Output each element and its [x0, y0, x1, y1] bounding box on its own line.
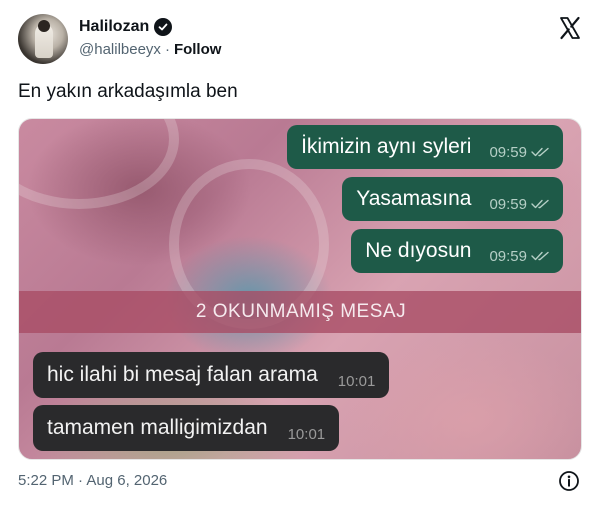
message-time: 09:59 [489, 195, 527, 213]
author-handle[interactable]: @halilbeeyx [79, 41, 161, 58]
message-text: Yasamasına [356, 187, 472, 210]
double-check-icon [531, 244, 551, 268]
tweet-header: Halilozan @halilbeeyx · Follow [18, 14, 582, 66]
message-text: Ne dıyosun [365, 239, 472, 262]
message-time: 09:59 [489, 143, 527, 161]
incoming-message: tamamen malligimizdan 10:01 [33, 405, 340, 451]
double-check-icon [531, 192, 551, 216]
outgoing-message: İkimizin aynı syleri 09:59 [287, 125, 563, 169]
handle-separator: · [164, 41, 170, 58]
background-swirl [19, 119, 179, 209]
double-check-icon [531, 140, 551, 164]
tweet-footer: 5:22 PM · Aug 6, 2026 [18, 470, 582, 492]
info-icon[interactable] [558, 470, 580, 492]
message-time: 10:01 [337, 372, 376, 390]
message-text: hic ilahi bi mesaj falan arama [47, 363, 318, 386]
outgoing-message: Yasamasına 09:59 [342, 177, 563, 221]
unread-messages-banner: 2 OKUNMAMIŞ MESAJ [19, 291, 581, 333]
display-name[interactable]: Halilozan [79, 18, 149, 36]
avatar-head [38, 20, 50, 32]
name-row: Halilozan [79, 18, 173, 36]
tweet-text: En yakın arkadaşımla ben [18, 81, 238, 102]
tweet-timestamp[interactable]: 5:22 PM · Aug 6, 2026 [18, 472, 167, 489]
follow-button[interactable]: Follow [174, 41, 222, 58]
verified-badge-icon [154, 18, 173, 36]
x-logo-icon[interactable] [558, 16, 582, 40]
message-text: tamamen malligimizdan [47, 416, 268, 439]
tweet-media-image[interactable]: İkimizin aynı syleri 09:59 Yasamasına 09… [18, 118, 582, 460]
message-time: 09:59 [489, 247, 527, 265]
handle-row: @halilbeeyx · Follow [79, 41, 221, 58]
outgoing-message: Ne dıyosun 09:59 [351, 229, 563, 273]
incoming-message: hic ilahi bi mesaj falan arama 10:01 [33, 352, 390, 398]
message-time: 10:01 [287, 425, 326, 443]
message-text: İkimizin aynı syleri [301, 135, 472, 158]
avatar[interactable] [18, 14, 68, 64]
